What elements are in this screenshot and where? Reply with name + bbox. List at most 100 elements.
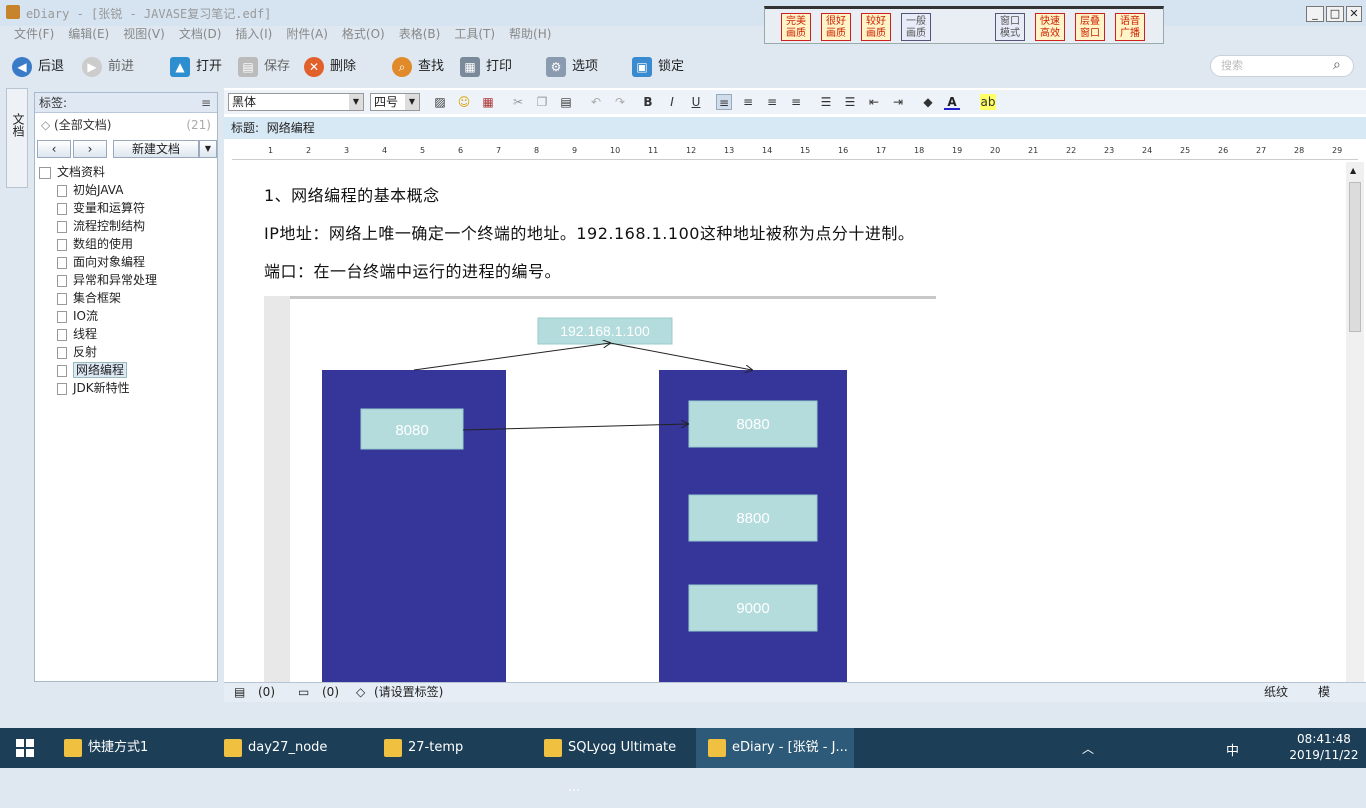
align-right-icon[interactable]: ≡ [764, 94, 780, 110]
highlight-icon[interactable]: ab [980, 94, 996, 110]
tree-item[interactable]: 反射 [57, 343, 97, 361]
mode-toggle[interactable]: 模 [1318, 683, 1330, 701]
italic-icon[interactable]: I [664, 94, 680, 110]
forward-button[interactable]: ▶ 前进 [82, 56, 134, 78]
font-select[interactable]: 黑体 ▼ [228, 93, 364, 111]
skin-button-4[interactable]: 窗口模式 [995, 13, 1025, 41]
tree-item[interactable]: 异常和异常处理 [57, 271, 157, 289]
attachment-icon[interactable]: ▤ [234, 683, 245, 701]
taskbar-item-1[interactable]: day27_node [212, 728, 370, 768]
skin-button-5[interactable]: 快速高效 [1035, 13, 1065, 41]
tree-root[interactable]: 文档资料 [39, 163, 105, 181]
scroll-up-icon[interactable]: ▲ [1350, 166, 1356, 175]
indent-icon[interactable]: ⇥ [890, 94, 906, 110]
menu-item-7[interactable]: 表格(B) [399, 26, 441, 42]
tree-item[interactable]: 集合框架 [57, 289, 121, 307]
close-button[interactable]: ✕ [1346, 6, 1362, 22]
clock[interactable]: 08:41:48 2019/11/22 [1288, 731, 1360, 763]
menu-item-0[interactable]: 文件(F) [14, 26, 54, 42]
tree-item[interactable]: IO流 [57, 307, 98, 325]
options-icon: ⚙ [546, 56, 566, 77]
print-button[interactable]: ▦ 打印 [460, 56, 512, 78]
tree-item[interactable]: 线程 [57, 325, 97, 343]
search-icon[interactable]: ⌕ [1333, 57, 1341, 73]
tree-item[interactable]: JDK新特性 [57, 379, 130, 397]
all-documents-filter[interactable]: ◇ (全部文档) (21) [35, 115, 217, 135]
ruler-tick: 27 [1256, 146, 1267, 155]
lock-button[interactable]: ▣ 锁定 [632, 56, 684, 78]
delete-label: 删除 [330, 59, 357, 74]
menu-item-2[interactable]: 视图(V) [123, 26, 165, 42]
menu-item-9[interactable]: 帮助(H) [509, 26, 551, 42]
new-document-dropdown[interactable]: ▼ [199, 140, 217, 158]
tree-item[interactable]: 面向对象编程 [57, 253, 145, 271]
paper-texture-toggle[interactable]: 纸纹 [1264, 683, 1288, 701]
redo-icon[interactable]: ↷ [612, 94, 628, 110]
menu-item-3[interactable]: 文档(D) [179, 26, 222, 42]
bold-icon[interactable]: B [640, 94, 656, 110]
menu-item-4[interactable]: 插入(I) [235, 26, 272, 42]
prev-button[interactable]: ‹ [37, 140, 71, 158]
document-icon [57, 310, 67, 323]
tree-item[interactable]: 网络编程 [57, 361, 128, 379]
tree-item[interactable]: 初始JAVA [57, 181, 123, 199]
find-button[interactable]: ⌕ 查找 [392, 56, 444, 78]
ime-indicator[interactable]: 中 [1226, 740, 1239, 759]
bullet-list-icon[interactable]: ☰ [818, 94, 834, 110]
skin-button-3[interactable]: 一般画质 [901, 13, 931, 41]
skin-button-6[interactable]: 层叠窗口 [1075, 13, 1105, 41]
insert-image-icon[interactable]: ▨ [432, 94, 448, 110]
taskbar-item-4[interactable]: eDiary - [张锐 - J... [696, 728, 854, 768]
copy-icon[interactable]: ❐ [534, 94, 550, 110]
menu-icon[interactable]: ≡ [201, 93, 211, 113]
tree-item[interactable]: 变量和运算符 [57, 199, 145, 217]
justify-icon[interactable]: ≡ [788, 94, 804, 110]
cut-icon[interactable]: ✂ [510, 94, 526, 110]
scroll-thumb[interactable] [1349, 182, 1361, 332]
tree-item[interactable]: 数组的使用 [57, 235, 133, 253]
undo-icon[interactable]: ↶ [588, 94, 604, 110]
next-button[interactable]: › [73, 140, 107, 158]
maximize-button[interactable]: □ [1326, 6, 1344, 22]
taskbar-item-2[interactable]: 27-temp [372, 728, 530, 768]
vertical-scrollbar[interactable]: ▲ [1346, 162, 1364, 682]
outdent-icon[interactable]: ⇤ [866, 94, 882, 110]
save-button[interactable]: ▤ 保存 [238, 56, 290, 78]
taskbar-item-3[interactable]: SQLyog Ultimate ... [532, 728, 690, 795]
numbered-list-icon[interactable]: ☰ [842, 94, 858, 110]
paste-icon[interactable]: ▤ [558, 94, 574, 110]
font-color-icon[interactable]: A [944, 94, 960, 110]
align-center-icon[interactable]: ≡ [740, 94, 756, 110]
options-button[interactable]: ⚙ 选项 [546, 56, 598, 78]
menu-item-6[interactable]: 格式(O) [342, 26, 385, 42]
delete-button[interactable]: ✕ 删除 [304, 56, 356, 78]
insert-table-icon[interactable]: ▦ [480, 94, 496, 110]
menu-item-5[interactable]: 附件(A) [286, 26, 328, 42]
fill-color-icon[interactable]: ◆ [920, 94, 936, 110]
comment-icon[interactable]: ▭ [298, 683, 309, 701]
ruler-tick: 24 [1142, 146, 1153, 155]
skin-button-1[interactable]: 很好画质 [821, 13, 851, 41]
skin-button-0[interactable]: 完美画质 [781, 13, 811, 41]
clock-date: 2019/11/22 [1289, 748, 1359, 762]
new-document-button[interactable]: 新建文档 [113, 140, 199, 158]
doc-title-input[interactable]: 网络编程 [267, 121, 315, 135]
taskbar-item-0[interactable]: 快捷方式1 [52, 728, 210, 768]
back-button[interactable]: ◀ 后退 [12, 56, 64, 78]
skin-button-2[interactable]: 较好画质 [861, 13, 891, 41]
menu-item-8[interactable]: 工具(T) [454, 26, 495, 42]
document-body[interactable]: 1、网络编程的基本概念 IP地址：网络上唯一确定一个终端的地址。192.168.… [224, 162, 1346, 682]
tray-chevron-icon[interactable]: ︿ [1082, 740, 1094, 757]
minimize-button[interactable]: _ [1306, 6, 1324, 22]
menu-item-1[interactable]: 编辑(E) [68, 26, 109, 42]
tree-item[interactable]: 流程控制结构 [57, 217, 145, 235]
emoji-icon[interactable]: ☺ [456, 94, 472, 110]
skin-button-7[interactable]: 语音广播 [1115, 13, 1145, 41]
underline-icon[interactable]: U [688, 94, 704, 110]
open-button[interactable]: ▲ 打开 [170, 56, 222, 78]
tab-documents[interactable]: 文档 [9, 113, 25, 142]
windows-start-icon[interactable] [16, 739, 34, 757]
align-left-icon[interactable]: ≡ [716, 94, 732, 110]
font-size-select[interactable]: 四号 ▼ [370, 93, 420, 111]
set-tag-link[interactable]: (请设置标签) [374, 683, 443, 701]
